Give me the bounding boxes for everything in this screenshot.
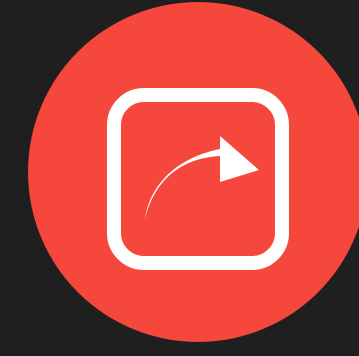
- share-button[interactable]: [28, 2, 359, 342]
- share-app-icon-canvas: [0, 0, 359, 356]
- share-button-circle: [28, 2, 359, 342]
